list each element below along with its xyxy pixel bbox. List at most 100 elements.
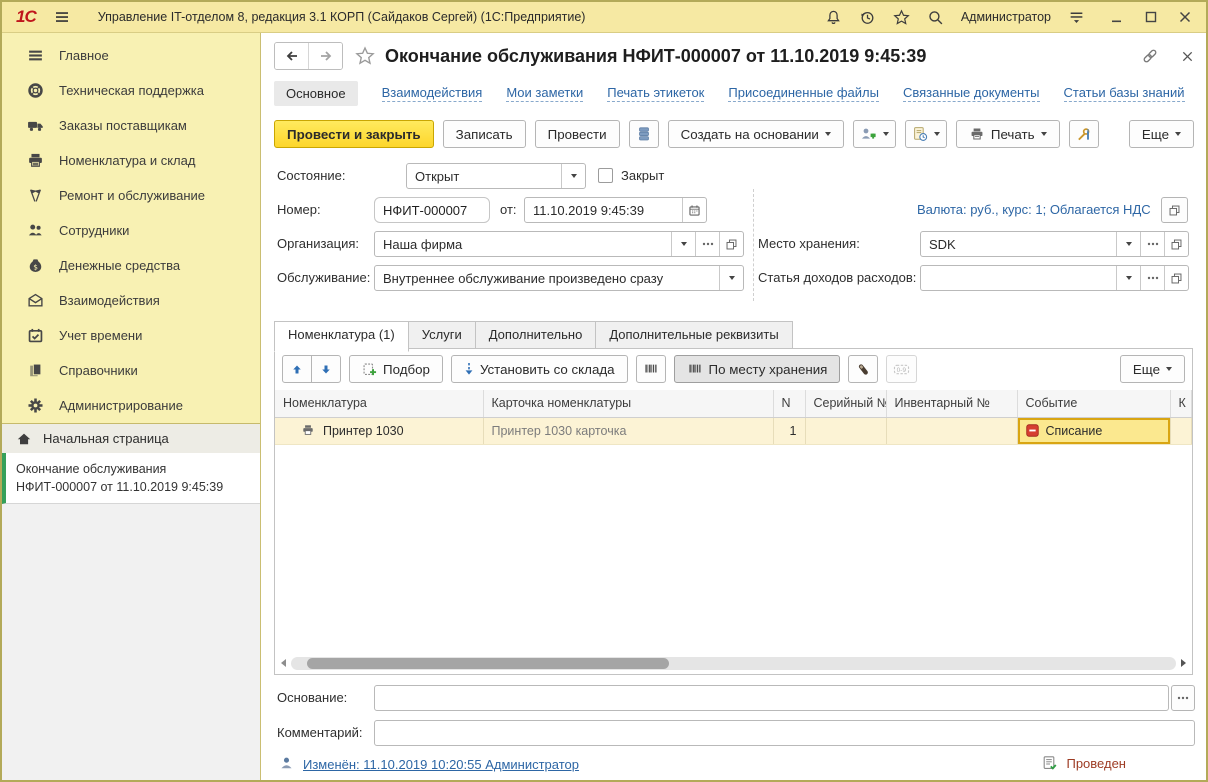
sidebar-item-zakazy[interactable]: Заказы поставщикам xyxy=(2,108,260,143)
more-actions-button[interactable]: Еще xyxy=(1129,120,1194,148)
scroll-left-icon[interactable] xyxy=(281,659,286,667)
current-user[interactable]: Администратор xyxy=(961,10,1051,24)
notifications-bell-icon[interactable] xyxy=(825,9,842,26)
settings-menu-icon[interactable] xyxy=(1068,9,1085,26)
sidebar-item-administrirovanie[interactable]: Администрирование xyxy=(2,388,260,423)
service-dropdown-icon[interactable] xyxy=(719,266,743,290)
number-field[interactable] xyxy=(374,197,490,223)
scroll-right-icon[interactable] xyxy=(1181,659,1186,667)
post-button[interactable]: Провести xyxy=(535,120,620,148)
col-serial[interactable]: Серийный № xyxy=(805,390,886,417)
cell-card[interactable]: Принтер 1030 карточка xyxy=(483,417,773,444)
sidebar-item-remont[interactable]: Ремонт и обслуживание xyxy=(2,178,260,213)
sidebar-open-document-tab[interactable]: Окончание обслуживания НФИТ-000007 от 11… xyxy=(2,453,260,504)
search-icon[interactable] xyxy=(927,9,944,26)
organization-choose-icon[interactable] xyxy=(695,232,719,256)
favorites-star-icon[interactable] xyxy=(893,9,910,26)
tab-pechat-etiketok[interactable]: Печать этикеток xyxy=(607,85,704,102)
expense-open-icon[interactable] xyxy=(1164,266,1188,290)
organization-dropdown-icon[interactable] xyxy=(671,232,695,256)
scrollbar-thumb[interactable] xyxy=(307,658,669,669)
table-row[interactable]: Принтер 1030 Принтер 1030 карточка 1 Спи… xyxy=(275,417,1192,444)
tab-vzaimodeystviya[interactable]: Взаимодействия xyxy=(382,85,483,102)
move-row-up-button[interactable] xyxy=(282,355,312,383)
save-button[interactable]: Записать xyxy=(443,120,526,148)
sidebar-item-sotrudniki[interactable]: Сотрудники xyxy=(2,213,260,248)
grid-tab-dop-rekvizity[interactable]: Дополнительные реквизиты xyxy=(595,321,792,350)
post-and-close-button[interactable]: Провести и закрыть xyxy=(274,120,434,148)
sidebar-item-vzaimodeystviya[interactable]: Взаимодействия xyxy=(2,283,260,318)
tab-stati-bazy-znaniy[interactable]: Статьи базы знаний xyxy=(1064,85,1185,102)
cell-nomenclature[interactable]: Принтер 1030 xyxy=(275,417,483,444)
storage-combobox[interactable]: SDK xyxy=(920,231,1189,257)
col-nomenclature[interactable]: Номенклатура xyxy=(275,390,483,417)
col-n[interactable]: N xyxy=(773,390,805,417)
tab-osnovnoe[interactable]: Основное xyxy=(274,81,358,106)
tab-svyazannye-dokumenty[interactable]: Связанные документы xyxy=(903,85,1040,102)
scanner-device-button[interactable] xyxy=(848,355,878,383)
scrollbar-track[interactable] xyxy=(291,657,1176,670)
organization-open-icon[interactable] xyxy=(719,232,743,256)
move-row-down-button[interactable] xyxy=(311,355,341,383)
sidebar-item-nomenklatura[interactable]: Номенклатура и склад xyxy=(2,143,260,178)
tab-moi-zametki[interactable]: Мои заметки xyxy=(506,85,583,102)
sidebar-item-spravochniki[interactable]: Справочники xyxy=(2,353,260,388)
cell-n[interactable]: 1 xyxy=(773,417,805,444)
service-tools-button[interactable] xyxy=(1069,120,1099,148)
maximize-icon[interactable] xyxy=(1144,10,1158,24)
sidebar-item-uchet-vremeni[interactable]: Учет времени xyxy=(2,318,260,353)
close-document-icon[interactable] xyxy=(1181,50,1194,63)
cell-serial[interactable] xyxy=(805,417,886,444)
assign-responsible-button[interactable] xyxy=(853,120,896,148)
copy-link-icon[interactable] xyxy=(1141,47,1159,65)
col-card[interactable]: Карточка номенклатуры xyxy=(483,390,773,417)
main-menu-icon[interactable] xyxy=(54,9,70,25)
date-field[interactable]: 11.10.2019 9:45:39 xyxy=(524,197,707,223)
create-based-on-button[interactable]: Создать на основании xyxy=(668,120,844,148)
sidebar-item-tech-podderzhka[interactable]: Техническая поддержка xyxy=(2,73,260,108)
expense-choose-icon[interactable] xyxy=(1140,266,1164,290)
grid-tab-dopolnitelno[interactable]: Дополнительно xyxy=(475,321,597,350)
state-dropdown-icon[interactable] xyxy=(561,164,585,188)
digits-entry-button[interactable]: 0-9 xyxy=(886,355,917,383)
col-inventory[interactable]: Инвентарный № xyxy=(886,390,1017,417)
cell-event-selected[interactable]: Списание xyxy=(1017,417,1170,444)
basis-choose-button[interactable] xyxy=(1171,685,1195,711)
favorite-star-icon[interactable] xyxy=(355,46,375,66)
set-from-stock-button[interactable]: Установить со склада xyxy=(451,355,628,383)
minimize-icon[interactable] xyxy=(1110,10,1124,24)
grid-tab-nomenklatura[interactable]: Номенклатура (1) xyxy=(274,321,409,352)
history-icon[interactable] xyxy=(859,9,876,26)
col-k[interactable]: К xyxy=(1170,390,1192,417)
sidebar-home-page[interactable]: Начальная страница xyxy=(2,423,260,453)
state-combobox[interactable]: Открыт xyxy=(406,163,586,189)
currency-open-button[interactable] xyxy=(1161,197,1188,223)
expense-dropdown-icon[interactable] xyxy=(1116,266,1140,290)
col-event[interactable]: Событие xyxy=(1017,390,1170,417)
comment-field[interactable] xyxy=(374,720,1195,746)
close-window-icon[interactable] xyxy=(1178,10,1192,24)
storage-dropdown-icon[interactable] xyxy=(1116,232,1140,256)
organization-combobox[interactable]: Наша фирма xyxy=(374,231,744,257)
cell-inventory[interactable] xyxy=(886,417,1017,444)
grid-more-button[interactable]: Еще xyxy=(1120,355,1185,383)
print-button[interactable]: Печать xyxy=(956,120,1060,148)
back-arrow-icon[interactable] xyxy=(275,43,308,69)
basis-field[interactable] xyxy=(374,685,1169,711)
by-storage-toggle-button[interactable]: По месту хранения xyxy=(674,355,841,383)
closed-checkbox[interactable] xyxy=(598,168,613,183)
grid-tab-uslugi[interactable]: Услуги xyxy=(408,321,476,350)
barcode-scan-button[interactable] xyxy=(636,355,666,383)
storage-choose-icon[interactable] xyxy=(1140,232,1164,256)
tab-prisoedinennye-fayly[interactable]: Присоединенные файлы xyxy=(728,85,879,102)
tasks-button[interactable] xyxy=(905,120,947,148)
sidebar-item-dengi[interactable]: $ Денежные средства xyxy=(2,248,260,283)
pick-button[interactable]: Подбор xyxy=(349,355,443,383)
service-combobox[interactable]: Внутреннее обслуживание произведено сраз… xyxy=(374,265,744,291)
forward-arrow-icon[interactable] xyxy=(308,43,342,69)
cell-k[interactable] xyxy=(1170,417,1192,444)
currency-link[interactable]: Валюта: руб., курс: 1; Облагается НДС xyxy=(917,202,1151,217)
sidebar-item-glavnoe[interactable]: Главное xyxy=(2,38,260,73)
modified-link[interactable]: Изменён: 11.10.2019 10:20:55 Администрат… xyxy=(303,757,579,772)
expense-item-combobox[interactable] xyxy=(920,265,1189,291)
